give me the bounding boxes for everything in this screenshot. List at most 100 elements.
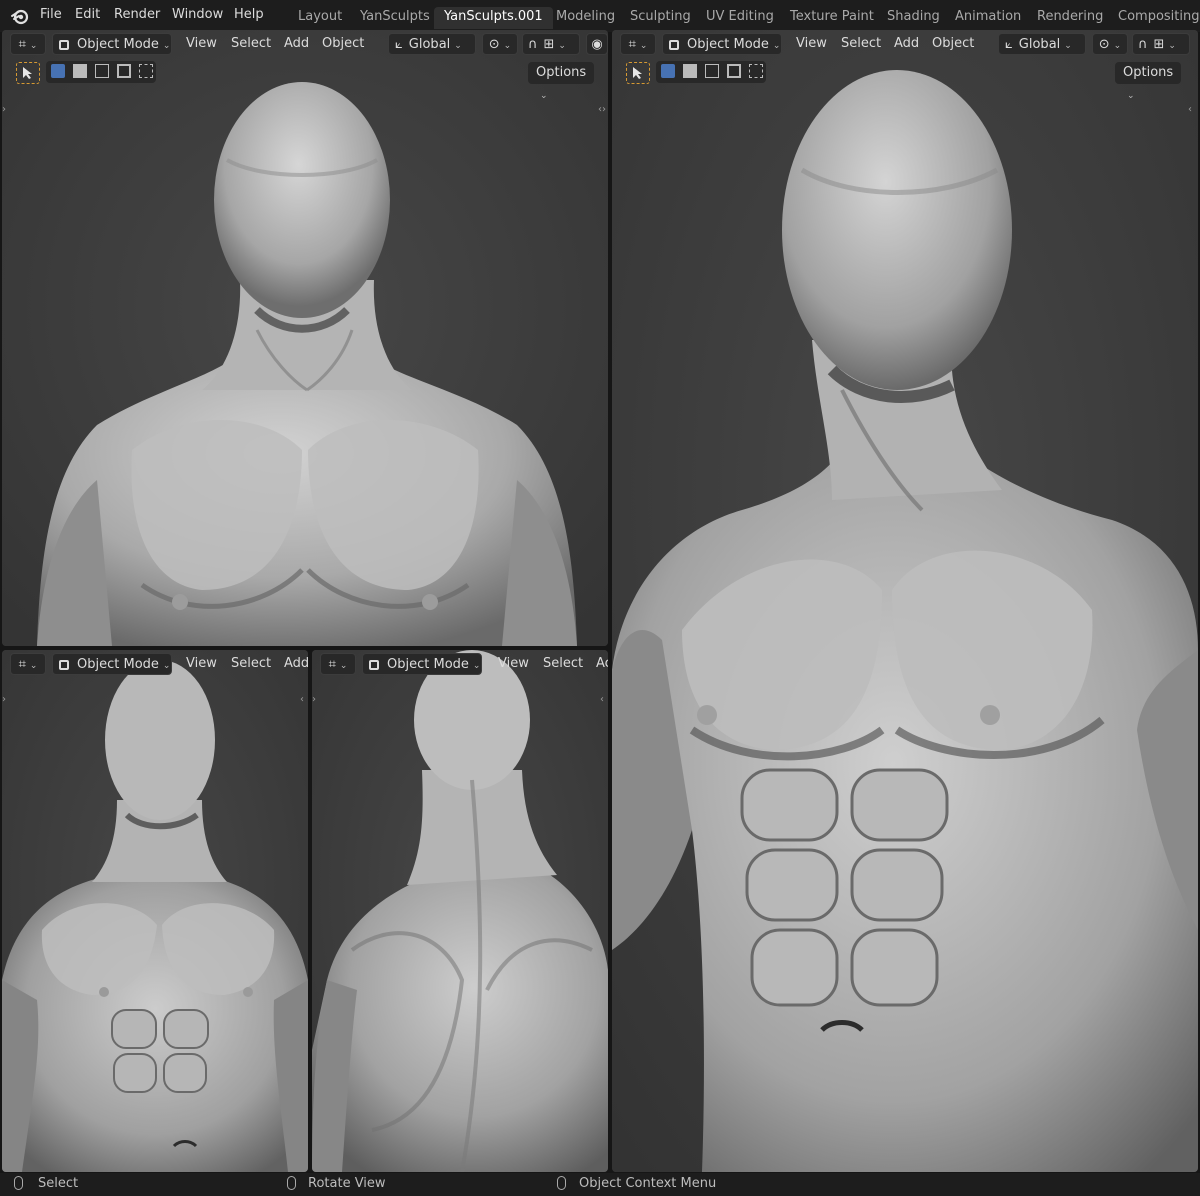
sculpt-front-torso-render[interactable] xyxy=(2,650,308,1172)
menu-view[interactable]: View xyxy=(498,653,529,675)
sidebar-expand-arrow-icon[interactable]: ‹ xyxy=(300,694,304,705)
tab-shading[interactable]: Shading xyxy=(877,7,950,29)
proportional-edit-icon: ◉ xyxy=(591,37,603,52)
select-extend-icon[interactable] xyxy=(73,64,87,78)
status-rotate-hint: Rotate View xyxy=(308,1176,386,1191)
menu-object[interactable]: Object xyxy=(322,33,364,55)
mode-dropdown[interactable]: Object Mode ⌄ xyxy=(362,653,482,675)
sculpt-back-view-render[interactable] xyxy=(312,650,608,1172)
viewport-header: ⌗⌄ Object Mode⌄ View Select Ac xyxy=(312,650,608,676)
sidebar-expand-arrow-icon[interactable]: ‹ xyxy=(600,694,604,705)
magnet-icon: ∩ xyxy=(528,37,538,52)
viewport-top-left[interactable]: ⌗ ⌄ Object Mode ⌄ View Select Add Object ⟀… xyxy=(2,30,608,646)
top-bar: File Edit Render Window Help Layout YanS… xyxy=(0,0,1200,32)
options-dropdown[interactable]: Options⌄ xyxy=(528,62,595,101)
tab-rendering[interactable]: Rendering xyxy=(1027,7,1113,29)
snapping-button[interactable]: ∩ ⊞ ⌄ xyxy=(522,33,580,55)
cursor-arrow-icon xyxy=(23,67,32,79)
sidebar-expand-arrow-icon[interactable]: ‹› xyxy=(598,104,606,115)
tab-yansculpts[interactable]: YanSculpts xyxy=(350,7,440,29)
editor-type-icon: ⌗ xyxy=(18,657,26,672)
menu-add[interactable]: Add xyxy=(284,653,308,675)
select-new-icon[interactable] xyxy=(661,64,675,78)
select-subtract-icon[interactable] xyxy=(705,64,719,78)
editor-type-button[interactable]: ⌗ ⌄ xyxy=(620,33,656,55)
toolbar-expand-arrow-icon[interactable]: › xyxy=(2,104,6,115)
select-intersect-icon[interactable] xyxy=(139,64,153,78)
selection-mode-buttons xyxy=(656,61,766,83)
editor-type-icon: ⌗ xyxy=(328,657,336,672)
tab-texture-paint[interactable]: Texture Paint xyxy=(780,7,884,29)
menu-add[interactable]: Add xyxy=(284,33,309,55)
orientation-icon: ⟀ xyxy=(395,37,403,52)
viewport-bottom-middle[interactable]: ⌗⌄ Object Mode⌄ View Select Ac › ‹ xyxy=(312,650,608,1172)
editor-type-icon: ⌗ xyxy=(628,37,636,52)
viewport-header: ⌗ ⌄ Object Mode ⌄ View Select Add Object ⟀… xyxy=(2,30,608,56)
pivot-icon: ⊙ xyxy=(1098,37,1110,52)
select-extend-icon[interactable] xyxy=(683,64,697,78)
object-mode-icon xyxy=(59,40,69,50)
snapping-button[interactable]: ∩ ⊞ ⌄ xyxy=(1132,33,1190,55)
menu-edit[interactable]: Edit xyxy=(75,7,100,22)
object-mode-icon xyxy=(59,660,69,670)
menu-add[interactable]: Ac xyxy=(596,653,608,675)
select-tool-button[interactable] xyxy=(626,62,650,84)
menu-select[interactable]: Select xyxy=(231,653,271,675)
menu-file[interactable]: File xyxy=(40,7,62,22)
object-mode-icon xyxy=(369,660,379,670)
orientation-icon: ⟀ xyxy=(1005,37,1013,52)
sculpt-front-closeup-render[interactable] xyxy=(612,30,1198,1172)
editor-type-button[interactable]: ⌗ ⌄ xyxy=(10,33,46,55)
select-tool-button[interactable] xyxy=(16,62,40,84)
viewport-bottom-left[interactable]: ⌗ ⌄ Object Mode ⌄ View Select Add › ‹ xyxy=(2,650,308,1172)
tab-animation[interactable]: Animation xyxy=(945,7,1031,29)
status-context-menu-hint: Object Context Menu xyxy=(579,1176,717,1191)
mode-dropdown[interactable]: Object Mode ⌄ xyxy=(52,33,172,55)
menu-view[interactable]: View xyxy=(186,33,217,55)
tab-uv-editing[interactable]: UV Editing xyxy=(696,7,784,29)
menu-render[interactable]: Render xyxy=(114,7,160,22)
menu-add[interactable]: Add xyxy=(894,33,919,55)
pivot-point-button[interactable]: ⊙ ⌄ xyxy=(1092,33,1128,55)
viewport-header: ⌗ ⌄ Object Mode ⌄ View Select Add Object ⟀… xyxy=(612,30,1198,56)
pivot-point-button[interactable]: ⊙ ⌄ xyxy=(482,33,518,55)
toolbar-expand-arrow-icon[interactable]: › xyxy=(312,694,316,705)
tab-modeling[interactable]: Modeling xyxy=(546,7,625,29)
select-subtract-icon[interactable] xyxy=(95,64,109,78)
select-difference-icon[interactable] xyxy=(117,64,131,78)
select-new-icon[interactable] xyxy=(51,64,65,78)
tab-sculpting[interactable]: Sculpting xyxy=(620,7,701,29)
select-difference-icon[interactable] xyxy=(727,64,741,78)
toolbar-expand-arrow-icon[interactable]: › xyxy=(2,694,6,705)
selection-mode-buttons xyxy=(46,61,156,83)
pivot-icon: ⊙ xyxy=(488,37,500,52)
tab-compositing[interactable]: Compositing xyxy=(1108,7,1200,29)
transform-orientation-dropdown[interactable]: ⟀ Global ⌄ xyxy=(998,33,1086,55)
viewport-header: ⌗ ⌄ Object Mode ⌄ View Select Add xyxy=(2,650,308,676)
menu-view[interactable]: View xyxy=(796,33,827,55)
snap-increment-icon: ⊞ xyxy=(1153,37,1165,52)
mode-dropdown[interactable]: Object Mode ⌄ xyxy=(52,653,172,675)
mode-dropdown[interactable]: Object Mode ⌄ xyxy=(662,33,782,55)
sidebar-expand-arrow-icon[interactable]: ‹ xyxy=(1188,104,1192,115)
editor-type-button[interactable]: ⌗ ⌄ xyxy=(320,653,356,675)
viewport-right[interactable]: ⌗ ⌄ Object Mode ⌄ View Select Add Object ⟀… xyxy=(612,30,1198,1172)
blender-logo-icon[interactable] xyxy=(10,6,30,26)
menu-view[interactable]: View xyxy=(186,653,217,675)
tab-layout[interactable]: Layout xyxy=(288,7,352,29)
proportional-edit-button[interactable]: ◉ xyxy=(586,33,608,55)
menu-window[interactable]: Window xyxy=(172,7,223,22)
select-intersect-icon[interactable] xyxy=(749,64,763,78)
menu-object[interactable]: Object xyxy=(932,33,974,55)
menu-select[interactable]: Select xyxy=(543,653,583,675)
sculpt-front-chest-render[interactable] xyxy=(2,30,608,646)
editor-type-button[interactable]: ⌗ ⌄ xyxy=(10,653,46,675)
menu-select[interactable]: Select xyxy=(231,33,271,55)
menu-select[interactable]: Select xyxy=(841,33,881,55)
options-dropdown[interactable]: Options⌄ xyxy=(1115,62,1182,101)
transform-orientation-dropdown[interactable]: ⟀ Global ⌄ xyxy=(388,33,476,55)
editor-type-icon: ⌗ xyxy=(18,37,26,52)
menu-help[interactable]: Help xyxy=(234,7,264,22)
tab-yansculpts-001[interactable]: YanSculpts.001 xyxy=(434,7,553,29)
snap-increment-icon: ⊞ xyxy=(543,37,555,52)
